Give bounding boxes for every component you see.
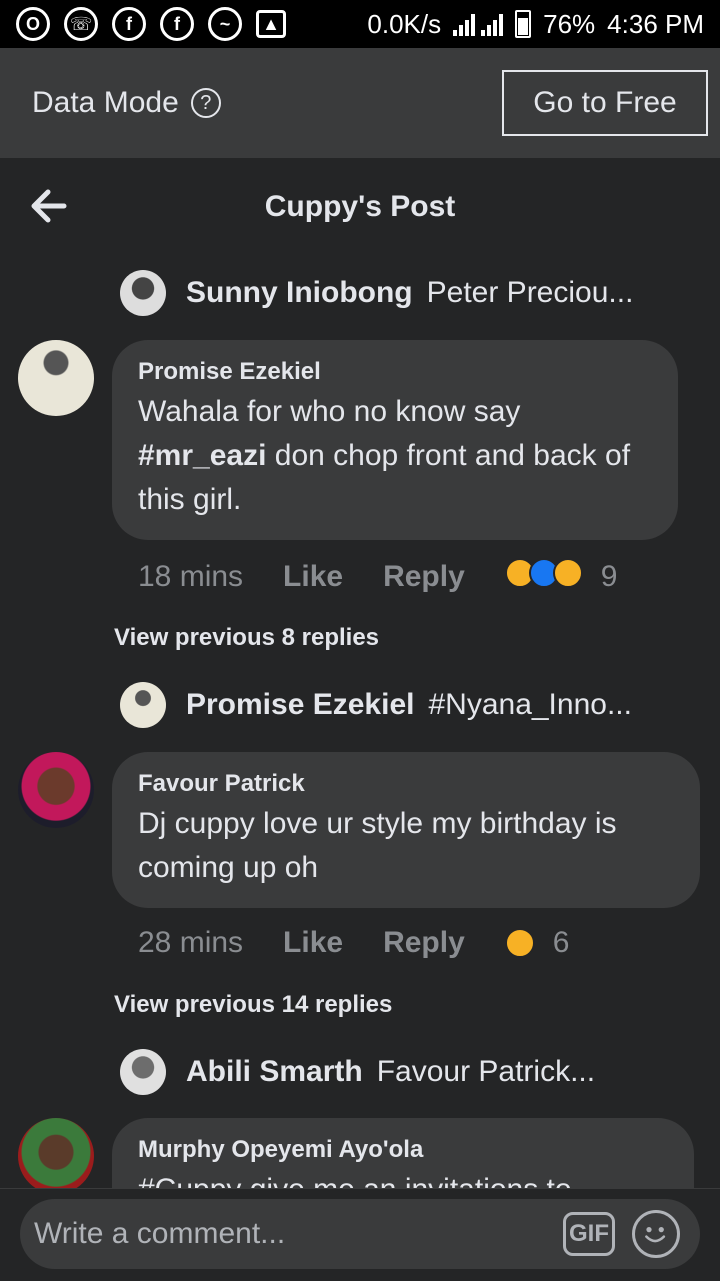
image-icon: ▲ [256, 10, 286, 38]
avatar[interactable] [120, 270, 166, 316]
comment: Favour Patrick Dj cuppy love ur style my… [18, 752, 708, 982]
comment: Murphy Opeyemi Ayo'ola #Cuppy give me an… [18, 1118, 708, 1188]
comment-text: Dj cuppy love ur style my birthday is co… [138, 807, 617, 884]
comment-bubble: Favour Patrick Dj cuppy love ur style my… [112, 752, 700, 908]
comment-author[interactable]: Promise Ezekiel [138, 358, 652, 386]
comment: Promise Ezekiel Wahala for who no know s… [18, 340, 708, 610]
reply-preview[interactable]: Abili Smarth Favour Patrick... [120, 1047, 595, 1097]
signal-icon [453, 12, 504, 36]
help-icon[interactable]: ? [190, 88, 221, 118]
reactions-summary[interactable]: 9 [504, 558, 618, 596]
comment-composer: Write a comment... GIF [0, 1188, 720, 1281]
reactions-summary[interactable]: 6 [504, 926, 570, 960]
reply-author[interactable]: Abili Smarth [186, 1055, 363, 1089]
battery-icon [515, 10, 532, 38]
reply-preview[interactable]: Sunny Iniobong Peter Preciou... [120, 268, 633, 318]
clock: 4:36 PM [607, 8, 704, 39]
messenger-icon: ~ [208, 7, 242, 41]
view-previous-replies[interactable]: View previous 8 replies [114, 624, 379, 652]
haha-reaction-icon [504, 928, 535, 958]
like-button[interactable]: Like [283, 560, 343, 594]
comment-text: #Cuppy give me an invitations to [138, 1168, 668, 1188]
reaction-count: 9 [600, 560, 618, 593]
post-header: Cuppy's Post [0, 158, 720, 258]
comment-author[interactable]: Favour Patrick [138, 770, 674, 798]
reply-snippet: #Nyana_Inno... [428, 688, 632, 721]
avatar[interactable] [120, 1049, 166, 1095]
reply-button[interactable]: Reply [383, 560, 465, 594]
gif-button[interactable]: GIF [563, 1212, 615, 1256]
comment-actions: 18 mins Like Reply 9 [138, 558, 617, 596]
data-mode-label: Data Mode [32, 86, 179, 119]
data-mode-bar: Data Mode ? Go to Free [0, 48, 720, 158]
comment-input[interactable]: Write a comment... GIF [20, 1199, 700, 1269]
battery-level: 76% [543, 8, 596, 39]
page-title: Cuppy's Post [264, 190, 456, 223]
avatar[interactable] [18, 752, 94, 828]
facebook-icon: f [160, 7, 194, 41]
comment-bubble: Promise Ezekiel Wahala for who no know s… [112, 340, 678, 540]
avatar[interactable] [18, 1118, 94, 1188]
hashtag-link[interactable]: #mr_eazi [138, 439, 266, 472]
reply-snippet: Favour Patrick... [376, 1055, 596, 1088]
reply-preview[interactable]: Promise Ezekiel #Nyana_Inno... [120, 680, 632, 730]
net-speed: 0.0K/s [367, 8, 442, 39]
view-previous-replies[interactable]: View previous 14 replies [114, 991, 392, 1019]
whatsapp-icon: ☏ [64, 7, 98, 41]
like-button[interactable]: Like [283, 926, 343, 960]
comment-placeholder: Write a comment... [34, 1217, 286, 1250]
reply-author[interactable]: Promise Ezekiel [186, 688, 414, 722]
avatar[interactable] [18, 340, 94, 416]
opera-icon: O [16, 7, 50, 41]
comment-time: 18 mins [138, 560, 244, 593]
reply-author[interactable]: Sunny Iniobong [186, 276, 413, 310]
emoji-icon[interactable] [632, 1210, 680, 1258]
status-bar: O ☏ f f ~ ▲ 0.0K/s 76% 4:36 PM [0, 0, 720, 48]
avatar[interactable] [120, 682, 166, 728]
facebook-icon: f [112, 7, 146, 41]
reaction-count: 6 [552, 926, 570, 959]
comment-author[interactable]: Murphy Opeyemi Ayo'ola [138, 1136, 668, 1164]
go-to-free-button[interactable]: Go to Free [502, 70, 708, 136]
comment-bubble: Murphy Opeyemi Ayo'ola #Cuppy give me an… [112, 1118, 694, 1188]
reply-button[interactable]: Reply [383, 926, 465, 960]
comment-text: Wahala for who no know say #mr_eazi don … [138, 395, 631, 516]
reply-snippet: Peter Preciou... [426, 276, 634, 309]
comment-actions: 28 mins Like Reply 6 [138, 926, 569, 960]
comment-time: 28 mins [138, 926, 244, 959]
wow-reaction-icon [552, 558, 583, 588]
